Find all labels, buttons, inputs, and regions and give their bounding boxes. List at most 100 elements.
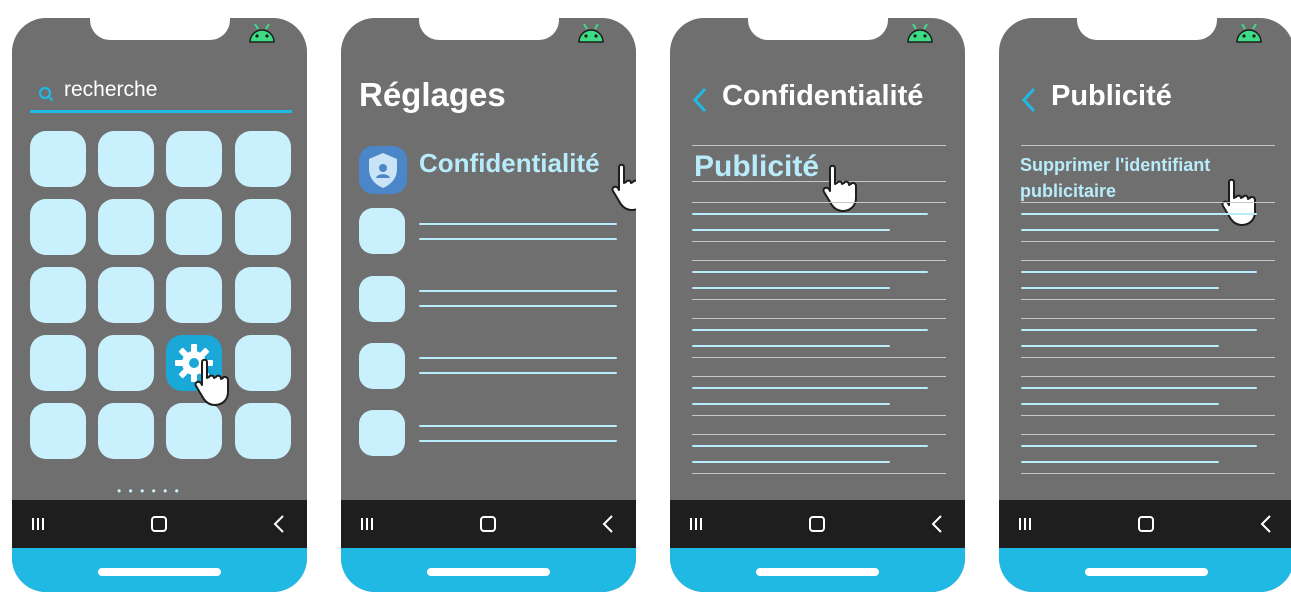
app-icon[interactable] <box>98 267 154 323</box>
divider <box>692 357 946 358</box>
placeholder-line <box>419 290 617 292</box>
app-icon[interactable] <box>98 335 154 391</box>
back-icon[interactable] <box>927 514 949 534</box>
app-icon[interactable] <box>235 335 291 391</box>
divider <box>1021 241 1275 242</box>
placeholder-line <box>1021 345 1219 347</box>
settings-item-icon[interactable] <box>359 410 405 456</box>
placeholder-line <box>1021 271 1257 273</box>
divider <box>1021 473 1275 474</box>
divider <box>1021 434 1275 435</box>
placeholder-line <box>1021 461 1219 463</box>
divider <box>692 260 946 261</box>
app-icon[interactable] <box>166 199 222 255</box>
divider <box>1021 260 1275 261</box>
recents-icon[interactable] <box>28 514 50 534</box>
android-icon <box>907 23 933 43</box>
android-icon <box>1236 23 1262 43</box>
recents-icon[interactable] <box>357 514 379 534</box>
placeholder-line <box>1021 287 1219 289</box>
app-icon[interactable] <box>235 267 291 323</box>
placeholder-line <box>692 229 890 231</box>
app-icon[interactable] <box>98 403 154 459</box>
app-icon[interactable] <box>166 131 222 187</box>
back-icon[interactable] <box>598 514 620 534</box>
app-icon[interactable] <box>235 131 291 187</box>
home-indicator[interactable] <box>427 568 550 576</box>
divider <box>692 145 946 146</box>
home-icon[interactable] <box>806 514 828 534</box>
placeholder-line <box>1021 213 1257 215</box>
placeholder-line <box>692 461 890 463</box>
placeholder-line <box>1021 387 1257 389</box>
placeholder-line <box>1021 445 1257 447</box>
divider <box>1021 415 1275 416</box>
pointing-hand-icon <box>822 164 857 212</box>
settings-item-icon[interactable] <box>359 276 405 322</box>
placeholder-line <box>419 357 617 359</box>
divider <box>692 241 946 242</box>
divider <box>1021 145 1275 146</box>
navigation-bar <box>12 500 307 548</box>
divider <box>1021 202 1275 203</box>
home-icon[interactable] <box>148 514 170 534</box>
recents-icon[interactable] <box>686 514 708 534</box>
divider <box>692 299 946 300</box>
placeholder-line <box>419 440 617 442</box>
placeholder-line <box>692 387 928 389</box>
back-icon[interactable] <box>1256 514 1278 534</box>
app-icon[interactable] <box>30 267 86 323</box>
settings-item-icon[interactable] <box>359 208 405 254</box>
divider <box>692 473 946 474</box>
search-input[interactable]: recherche <box>30 76 292 113</box>
settings-item-privacy[interactable]: Confidentialité <box>419 148 600 179</box>
app-icon[interactable] <box>235 199 291 255</box>
placeholder-line <box>1021 329 1257 331</box>
app-icon[interactable] <box>30 131 86 187</box>
page-indicator: • • • • • • <box>117 484 181 498</box>
android-icon <box>578 23 604 43</box>
placeholder-line <box>419 425 617 427</box>
bottom-bezel <box>999 548 1291 592</box>
divider <box>692 202 946 203</box>
home-icon[interactable] <box>1135 514 1157 534</box>
placeholder-line <box>419 305 617 307</box>
app-icon[interactable] <box>30 199 86 255</box>
placeholder-line <box>1021 229 1219 231</box>
home-indicator[interactable] <box>756 568 879 576</box>
divider <box>1021 376 1275 377</box>
back-chevron-icon[interactable] <box>1019 86 1039 114</box>
navigation-bar <box>999 500 1291 548</box>
phone-notch <box>1077 18 1217 40</box>
search-icon <box>38 86 54 102</box>
home-indicator[interactable] <box>98 568 221 576</box>
app-icon[interactable] <box>235 403 291 459</box>
app-icon[interactable] <box>30 335 86 391</box>
pointing-hand-icon <box>1221 178 1256 226</box>
home-icon[interactable] <box>477 514 499 534</box>
divider <box>692 318 946 319</box>
bottom-bezel <box>670 548 965 592</box>
phone-notch <box>419 18 559 40</box>
app-icon[interactable] <box>98 131 154 187</box>
page-title: Confidentialité <box>722 80 924 112</box>
phone-home-screen: recherche • • • • • • <box>12 18 307 592</box>
placeholder-line <box>419 223 617 225</box>
navigation-bar <box>670 500 965 548</box>
app-icon[interactable] <box>98 199 154 255</box>
back-chevron-icon[interactable] <box>690 86 710 114</box>
recents-icon[interactable] <box>1015 514 1037 534</box>
settings-item-icon[interactable] <box>359 343 405 389</box>
app-icon[interactable] <box>166 403 222 459</box>
privacy-settings-icon[interactable] <box>359 146 407 194</box>
page-title: Réglages <box>359 76 506 113</box>
shield-icon <box>369 153 397 188</box>
back-icon[interactable] <box>269 514 291 534</box>
home-indicator[interactable] <box>1085 568 1208 576</box>
app-icon[interactable] <box>166 267 222 323</box>
placeholder-line <box>692 403 890 405</box>
privacy-item-ads[interactable]: Publicité <box>694 150 819 184</box>
placeholder-line <box>692 287 890 289</box>
app-icon[interactable] <box>30 403 86 459</box>
placeholder-line <box>692 345 890 347</box>
